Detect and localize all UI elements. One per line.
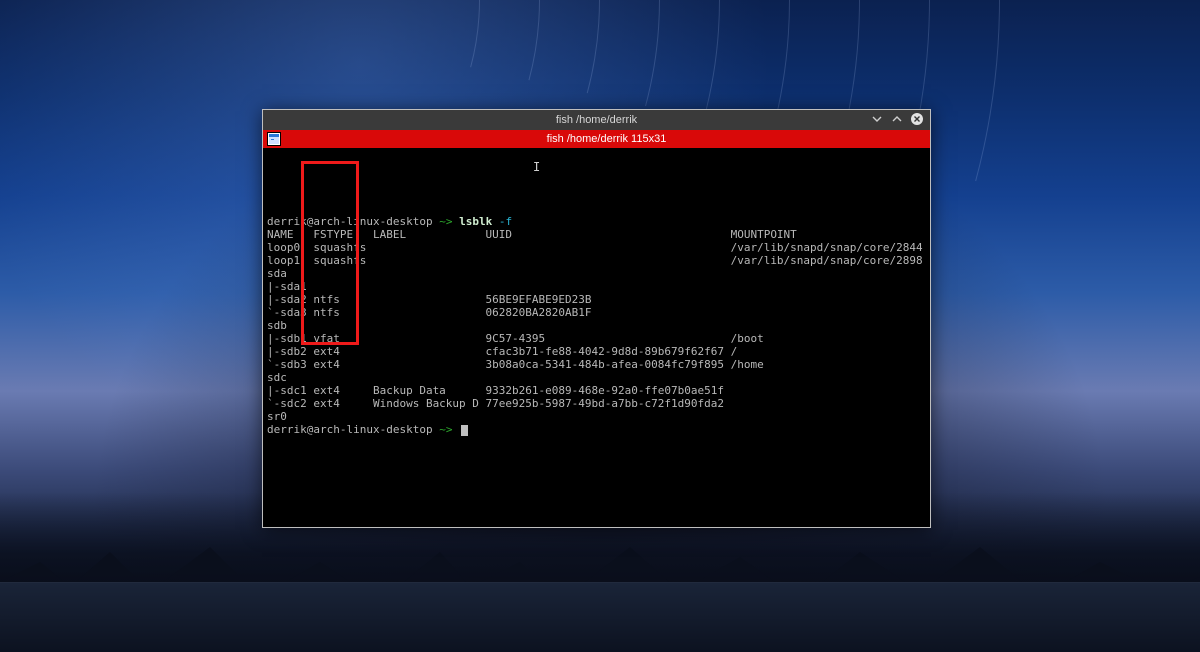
desktop-wallpaper: fish /home/derrik fish /home/derrik 115x… — [0, 0, 1200, 652]
water-reflection — [0, 582, 1200, 652]
terminal-tab-icon[interactable] — [267, 132, 281, 146]
text-cursor-icon: I — [533, 161, 540, 174]
window-menu-button[interactable] — [870, 112, 884, 126]
terminal-window: fish /home/derrik fish /home/derrik 115x… — [262, 109, 931, 528]
terminal-output: derrik@arch-linux-desktop ~> lsblk -f NA… — [267, 215, 926, 436]
window-close-button[interactable] — [910, 112, 924, 126]
terminal-tabbar: fish /home/derrik 115x31 — [263, 130, 930, 148]
terminal-tab-label[interactable]: fish /home/derrik 115x31 — [287, 133, 926, 145]
window-controls — [870, 112, 924, 126]
terminal-body[interactable]: I derrik@arch-linux-desktop ~> lsblk -f … — [263, 148, 930, 527]
window-titlebar[interactable]: fish /home/derrik — [263, 110, 930, 130]
window-title: fish /home/derrik — [263, 114, 930, 126]
window-maximize-button[interactable] — [890, 112, 904, 126]
